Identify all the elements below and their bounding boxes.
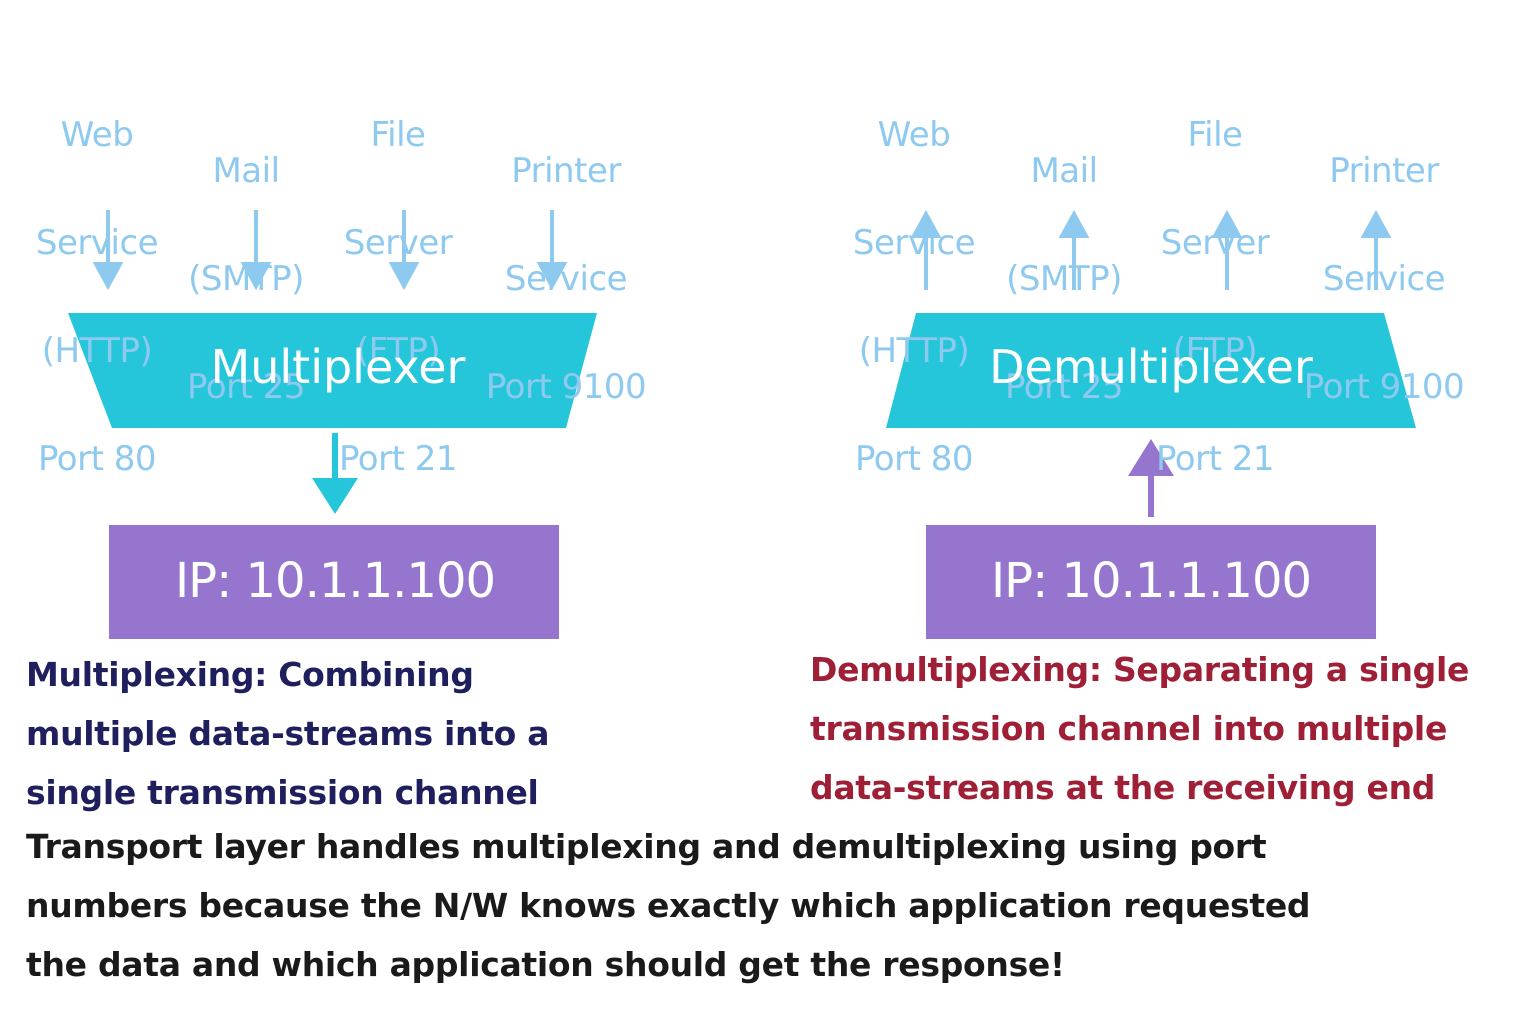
service-line: Port 9100 [485, 367, 647, 407]
service-line: (SMTP) [1006, 259, 1122, 299]
right-service-printer: Printer Service Port 9100 [1303, 81, 1465, 477]
right-service-mail-smtp: Mail (SMTP) Port 25 [1005, 81, 1123, 477]
left-service-mail-smtp: Mail (SMTP) Port 25 [187, 81, 305, 477]
service-line: Service [852, 223, 976, 263]
service-line: (SMTP) [188, 259, 304, 299]
right-service-file-ftp: File Server (FTP) Port 21 [1156, 45, 1274, 549]
service-line: Printer [511, 151, 621, 191]
left-service-file-ftp: File Server (FTP) Port 21 [339, 45, 457, 549]
service-line: Web [60, 115, 134, 155]
service-line: File [1187, 115, 1243, 155]
demultiplexing-definition: Demultiplexing: Separating a single tran… [810, 650, 1470, 807]
service-line: Mail [212, 151, 280, 191]
multiplexing-definition: Multiplexing: Combining multiple data-st… [26, 655, 550, 812]
service-line: Printer [1329, 151, 1439, 191]
service-line: Port 21 [1156, 439, 1274, 479]
service-line: Service [35, 223, 159, 263]
left-ip-label: IP: 10.1.1.100 [174, 553, 496, 609]
service-line: File [370, 115, 426, 155]
service-line: (HTTP) [41, 331, 153, 371]
service-line: Port 9100 [1303, 367, 1465, 407]
transport-layer-note: Transport layer handles multiplexing and… [26, 827, 1311, 984]
service-line: Service [504, 259, 628, 299]
service-line: Service [1322, 259, 1446, 299]
service-line: Server [1160, 223, 1270, 263]
service-line: Port 80 [38, 439, 156, 479]
demultiplexer-label: Demultiplexer [989, 340, 1313, 394]
service-line: Server [343, 223, 453, 263]
service-line: (HTTP) [858, 331, 970, 371]
diagram-canvas: Web Service (HTTP) Port 80 Mail (SMTP) P… [0, 0, 1520, 1011]
left-service-printer: Printer Service Port 9100 [485, 81, 647, 477]
service-line: Mail [1030, 151, 1098, 191]
right-service-web-http: Web Service (HTTP) Port 80 [852, 45, 976, 549]
service-line: Port 80 [855, 439, 973, 479]
left-service-web-http: Web Service (HTTP) Port 80 [35, 45, 159, 549]
service-line: Web [877, 115, 951, 155]
multiplexer-label: Multiplexer [210, 340, 466, 394]
right-ip-label: IP: 10.1.1.100 [990, 553, 1312, 609]
service-line: Port 21 [339, 439, 457, 479]
